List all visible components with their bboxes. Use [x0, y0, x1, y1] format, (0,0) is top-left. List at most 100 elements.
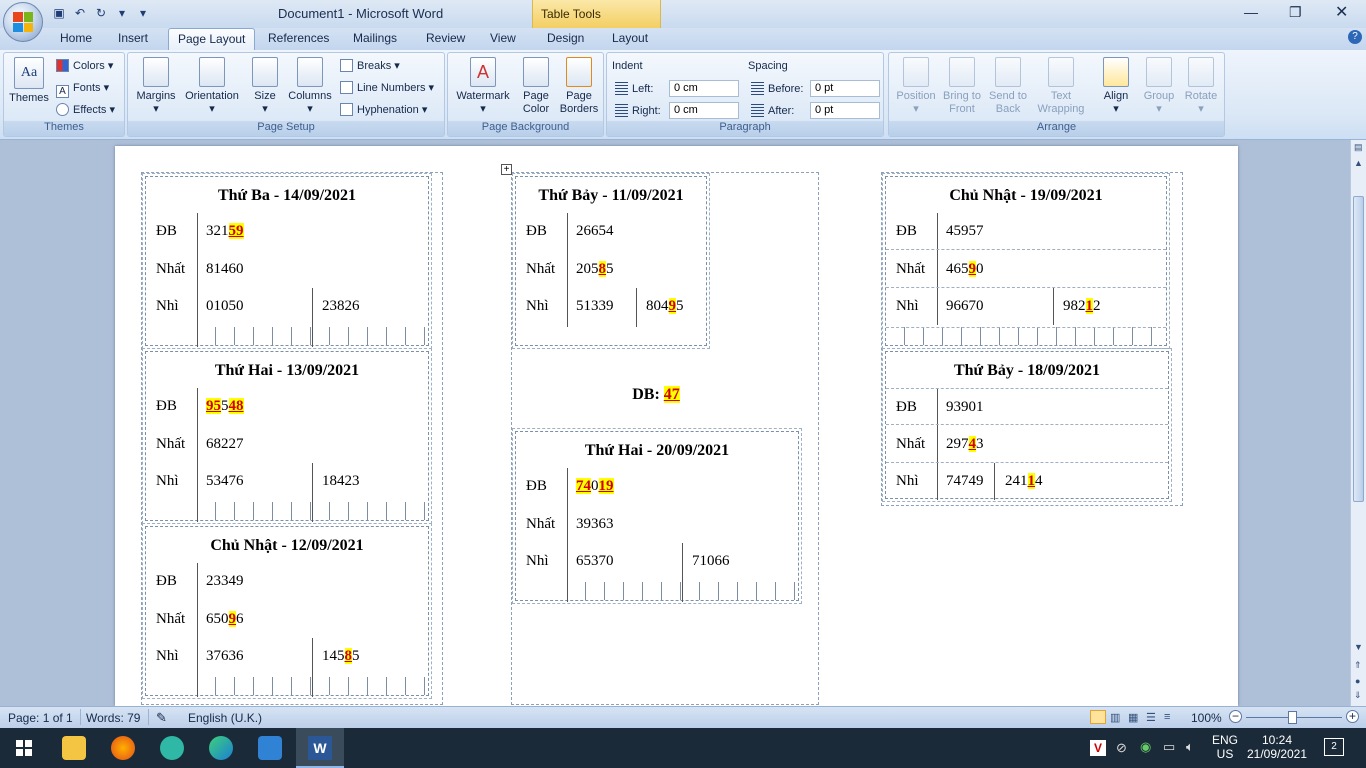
- word-count[interactable]: Words: 79: [86, 711, 140, 725]
- format-painter-icon[interactable]: ▾: [115, 6, 129, 20]
- sync-tray-icon[interactable]: ◉: [1140, 739, 1151, 755]
- network-off-tray-icon[interactable]: ⊘: [1116, 740, 1127, 756]
- customize-qat-icon[interactable]: ▾: [136, 6, 150, 20]
- tab-page-layout[interactable]: Page Layout: [168, 28, 256, 52]
- notification-center-icon[interactable]: 2: [1324, 738, 1344, 756]
- db-label: ĐB: [526, 223, 547, 239]
- tab-home[interactable]: Home: [60, 31, 92, 45]
- ruler-toggle-icon[interactable]: ▤: [1354, 142, 1363, 153]
- ribbon: Aa Themes Colors ▾ A Fonts ▾ Effects ▾ Th…: [0, 50, 1366, 140]
- colors-label: Colors: [73, 60, 105, 72]
- spacing-before-field[interactable]: 0 pt: [810, 80, 880, 97]
- print-layout-view-icon[interactable]: [1090, 710, 1106, 724]
- nhat-label: Nhất: [896, 261, 926, 277]
- hyphenation-button[interactable]: Hyphenation ▾: [340, 103, 427, 116]
- tab-references[interactable]: References: [268, 31, 329, 45]
- group-button[interactable]: Group ▾: [1139, 57, 1179, 116]
- page-background-group: A Watermark ▾ Page Color Page Borders Page B…: [447, 52, 604, 137]
- center-db-value: 47: [663, 386, 680, 403]
- indent-left-field[interactable]: 0 cm: [669, 80, 739, 97]
- prev-page-icon[interactable]: ⇑: [1354, 660, 1362, 671]
- fonts-button[interactable]: A Fonts ▾: [56, 81, 109, 98]
- antivirus-tray-icon[interactable]: V: [1090, 740, 1106, 756]
- text-wrapping-label-2: Wrapping: [1037, 103, 1085, 115]
- spacing-after-field[interactable]: 0 pt: [810, 102, 880, 119]
- page-borders-button[interactable]: Page Borders: [558, 57, 600, 116]
- zoom-slider-thumb[interactable]: [1288, 711, 1297, 724]
- edge-icon[interactable]: [209, 736, 233, 760]
- vertical-scrollbar[interactable]: ▤ ▲ ▼ ⇑ ● ⇓: [1350, 140, 1366, 706]
- colors-button[interactable]: Colors ▾: [56, 59, 113, 72]
- zoom-out-icon[interactable]: −: [1229, 710, 1242, 723]
- indent-right-field[interactable]: 0 cm: [669, 102, 739, 119]
- mail-icon[interactable]: [258, 736, 282, 760]
- web-layout-icon[interactable]: ▦: [1128, 711, 1138, 724]
- windows-start-icon[interactable]: [16, 740, 32, 756]
- size-icon: [252, 57, 278, 87]
- scroll-thumb[interactable]: [1353, 196, 1364, 502]
- position-button[interactable]: Position ▾: [893, 57, 939, 116]
- nhat-row: Nhất 65096: [146, 601, 428, 638]
- align-button[interactable]: Align ▾: [1095, 57, 1137, 116]
- outline-view-icon[interactable]: ☰: [1146, 711, 1156, 724]
- clock[interactable]: 10:24 21/09/2021: [1244, 733, 1310, 761]
- page-color-button[interactable]: Page Color: [518, 57, 554, 116]
- table-move-handle-icon[interactable]: +: [501, 164, 512, 175]
- send-to-back-button[interactable]: Send to Back: [985, 57, 1031, 116]
- page-borders-label-1: Page: [566, 90, 592, 102]
- nhi-value-2: 23826: [322, 298, 360, 314]
- firefox-icon[interactable]: [111, 736, 135, 760]
- colors-icon: [56, 59, 69, 72]
- watermark-button[interactable]: A Watermark ▾: [453, 57, 513, 116]
- volume-icon[interactable]: 🔈︎: [1186, 739, 1194, 755]
- scroll-down-icon[interactable]: ▼: [1354, 642, 1363, 652]
- tab-mailings[interactable]: Mailings: [353, 31, 397, 45]
- word-taskbar-button[interactable]: W: [296, 728, 344, 768]
- scroll-up-icon[interactable]: ▲: [1354, 158, 1363, 168]
- db-row: ĐB 45957: [886, 213, 1166, 250]
- nhi-row: Nhì 01050 23826: [146, 288, 428, 325]
- tab-insert[interactable]: Insert: [118, 31, 148, 45]
- breaks-button[interactable]: Breaks ▾: [340, 59, 400, 72]
- office-button[interactable]: [3, 2, 43, 42]
- tab-view[interactable]: View: [490, 31, 516, 45]
- themes-button[interactable]: Aa Themes: [9, 57, 49, 105]
- columns-button[interactable]: Columns ▾: [286, 57, 334, 116]
- browse-object-icon[interactable]: ●: [1355, 676, 1360, 686]
- close-icon[interactable]: ✕: [1335, 2, 1348, 22]
- size-button[interactable]: Size ▾: [248, 57, 282, 116]
- tab-layout[interactable]: Layout: [612, 31, 648, 45]
- text-wrapping-button[interactable]: Text Wrapping: [1035, 57, 1087, 116]
- tab-review[interactable]: Review: [426, 31, 465, 45]
- card-title: Thứ Hai - 20/09/2021: [584, 442, 730, 459]
- orientation-button[interactable]: Orientation ▾: [180, 57, 244, 116]
- next-page-icon[interactable]: ⇓: [1354, 690, 1362, 701]
- zoom-level[interactable]: 100%: [1191, 711, 1222, 725]
- zoom-in-icon[interactable]: +: [1346, 710, 1359, 723]
- proofing-icon[interactable]: ✎: [156, 710, 167, 726]
- page-color-icon: [523, 57, 549, 87]
- save-icon[interactable]: ▣: [52, 6, 66, 20]
- line-numbers-button[interactable]: Line Numbers ▾: [340, 81, 434, 94]
- rotate-button[interactable]: Rotate ▾: [1181, 57, 1221, 116]
- help-icon[interactable]: ?: [1348, 30, 1362, 44]
- minimize-icon[interactable]: —: [1244, 4, 1258, 20]
- file-explorer-icon[interactable]: [62, 736, 86, 760]
- page-count[interactable]: Page: 1 of 1: [8, 711, 73, 725]
- margins-button[interactable]: Margins ▾: [133, 57, 179, 116]
- effects-button[interactable]: Effects ▾: [56, 103, 115, 116]
- input-language-indicator[interactable]: ENG US: [1212, 733, 1238, 761]
- restore-icon[interactable]: ❐: [1289, 4, 1302, 21]
- full-screen-reading-icon[interactable]: ▥: [1110, 711, 1120, 724]
- language-indicator[interactable]: English (U.K.): [188, 711, 262, 725]
- redo-icon[interactable]: ↻: [94, 6, 108, 20]
- display-tray-icon[interactable]: ▭: [1163, 739, 1175, 755]
- bring-to-front-label-2: Front: [949, 103, 975, 115]
- app-b-icon[interactable]: [160, 736, 184, 760]
- bring-to-front-button[interactable]: Bring to Front: [939, 57, 985, 116]
- db-value: 32159: [206, 223, 244, 239]
- center-db-label: DB:: [632, 386, 660, 403]
- draft-view-icon[interactable]: ≡: [1164, 711, 1170, 723]
- tab-design[interactable]: Design: [547, 31, 584, 45]
- undo-icon[interactable]: ↶: [73, 6, 87, 20]
